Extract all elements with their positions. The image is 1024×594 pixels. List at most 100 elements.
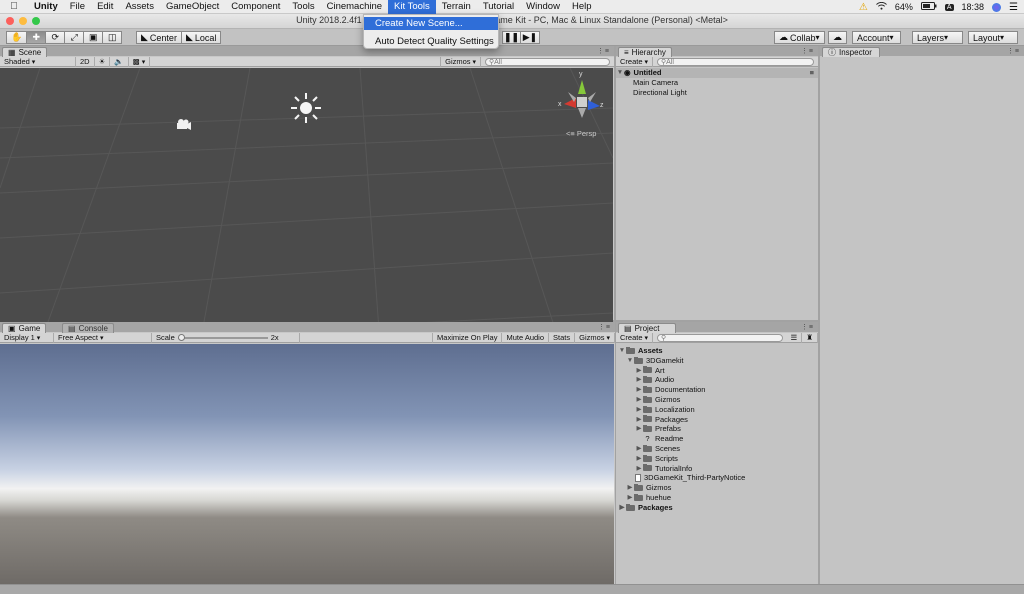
mute-audio-toggle[interactable]: Mute Audio: [502, 332, 550, 343]
layers-dropdown[interactable]: Layers: [912, 31, 963, 44]
projection-toggle[interactable]: <≡ Persp: [566, 129, 596, 138]
panel-menu-icon[interactable]: ⋮≡: [597, 47, 610, 55]
layout-dropdown[interactable]: Layout: [968, 31, 1018, 44]
folder-documentation[interactable]: ▶ Documentation: [616, 385, 818, 395]
display-dropdown[interactable]: Display 1: [0, 332, 54, 343]
folder-huehue[interactable]: ▶ huehue: [616, 493, 818, 503]
folder-assets[interactable]: ▼ Assets: [616, 346, 818, 356]
tab-console[interactable]: ▤ Console: [62, 323, 114, 333]
folder-assets-gizmos[interactable]: ▶ Gizmos: [616, 483, 818, 493]
folder-tutorialinfo[interactable]: ▶ TutorialInfo: [616, 464, 818, 474]
stats-toggle[interactable]: Stats: [549, 332, 576, 343]
notification-center-icon[interactable]: ☰: [1009, 2, 1018, 13]
scale-tool-button[interactable]: ⤢: [65, 31, 85, 44]
scene-search-input[interactable]: ⚲All: [485, 57, 610, 66]
lighting-toggle-icon[interactable]: ☀: [95, 56, 111, 67]
game-panel-menu-icon[interactable]: ⋮≡: [598, 323, 611, 331]
directional-light-icon[interactable]: [290, 92, 322, 124]
collapsed-arrow-icon[interactable]: ▶: [618, 503, 626, 513]
pivot-rotation-toggle[interactable]: ◣ Local: [181, 31, 222, 44]
inspector-panel-menu-icon[interactable]: ⋮≡: [1007, 47, 1020, 55]
menu-assets[interactable]: Assets: [119, 0, 160, 14]
hierarchy-create-dropdown[interactable]: Create: [616, 56, 653, 67]
menu-component[interactable]: Component: [225, 0, 286, 14]
asset-third-party-notice[interactable]: 3DGameKit_Third-PartyNotice: [616, 473, 818, 483]
siri-icon[interactable]: [992, 2, 1002, 12]
tab-hierarchy[interactable]: ≡ Hierarchy: [618, 47, 672, 57]
collapsed-arrow-icon[interactable]: ▶: [635, 395, 643, 405]
rect-tool-button[interactable]: ▣: [84, 31, 104, 44]
project-search-input[interactable]: ⚲: [656, 333, 783, 342]
step-button[interactable]: ▶❚: [521, 31, 540, 44]
hierarchy-item-directional-light[interactable]: Directional Light: [616, 88, 818, 98]
folder-packages-gamekit[interactable]: ▶ Packages: [616, 415, 818, 425]
folder-gizmos[interactable]: ▶ Gizmos: [616, 395, 818, 405]
expand-arrow-icon[interactable]: ▼: [618, 346, 626, 356]
collapsed-arrow-icon[interactable]: ▶: [635, 444, 643, 454]
hierarchy-item-main-camera[interactable]: Main Camera: [616, 78, 818, 88]
folder-audio[interactable]: ▶ Audio: [616, 375, 818, 385]
battery-icon[interactable]: [920, 2, 937, 12]
tab-project[interactable]: ▤ Project: [618, 323, 676, 333]
scene-viewport[interactable]: y x z <≡ Persp: [0, 68, 613, 344]
game-viewport[interactable]: [0, 344, 614, 585]
menu-app-unity[interactable]: Unity: [28, 0, 64, 14]
pivot-mode-toggle[interactable]: ◣ Center: [136, 31, 182, 44]
collapsed-arrow-icon[interactable]: ▶: [635, 415, 643, 425]
camera-gizmo-icon[interactable]: [175, 118, 191, 130]
menu-help[interactable]: Help: [566, 0, 598, 14]
folder-prefabs[interactable]: ▶ Prefabs: [616, 424, 818, 434]
tab-game[interactable]: ▣ Game: [2, 323, 47, 333]
filter-by-label-icon[interactable]: ♜: [802, 332, 818, 343]
collapsed-arrow-icon[interactable]: ▶: [635, 454, 643, 464]
collapsed-arrow-icon[interactable]: ▶: [635, 366, 643, 376]
project-panel-menu-icon[interactable]: ⋮≡: [801, 323, 814, 331]
menu-cinemachine[interactable]: Cinemachine: [321, 0, 388, 14]
transform-tool-button[interactable]: ◫: [103, 31, 123, 44]
collapsed-arrow-icon[interactable]: ▶: [635, 424, 643, 434]
scene-gizmos-dropdown[interactable]: Gizmos: [440, 56, 481, 67]
folder-packages[interactable]: ▶ Packages: [616, 503, 818, 513]
folder-art[interactable]: ▶ Art: [616, 366, 818, 376]
hierarchy-search-input[interactable]: ⚲All: [656, 57, 814, 66]
expand-arrow-icon[interactable]: ▼: [616, 68, 624, 78]
cloud-services-button[interactable]: ☁: [828, 31, 847, 44]
collapsed-arrow-icon[interactable]: ▶: [626, 493, 634, 503]
collapsed-arrow-icon[interactable]: ▶: [635, 375, 643, 385]
tab-inspector[interactable]: ⓘ Inspector: [822, 47, 880, 57]
collab-dropdown[interactable]: ☁ Collab: [774, 31, 825, 44]
effects-toggle-icon[interactable]: ▩: [129, 56, 151, 67]
scale-slider[interactable]: [177, 333, 268, 342]
wifi-icon[interactable]: [875, 1, 887, 12]
hand-tool-button[interactable]: ✋: [6, 31, 28, 44]
folder-3dgamekit[interactable]: ▼ 3DGamekit: [616, 356, 818, 366]
folder-scripts[interactable]: ▶ Scripts: [616, 454, 818, 464]
menu-file[interactable]: File: [64, 0, 91, 14]
menu-option-create-new-scene[interactable]: Create New Scene...: [364, 17, 498, 30]
menu-edit[interactable]: Edit: [91, 0, 119, 14]
scene-options-icon[interactable]: ≡: [810, 68, 814, 78]
scene-root-row[interactable]: ▼ ◉ Untitled ≡: [616, 68, 818, 78]
hierarchy-panel-menu-icon[interactable]: ⋮≡: [801, 47, 814, 55]
maximize-on-play-toggle[interactable]: Maximize On Play: [432, 332, 503, 343]
project-create-dropdown[interactable]: Create: [616, 332, 653, 343]
menu-option-auto-detect-quality[interactable]: Auto Detect Quality Settings: [364, 35, 498, 48]
collapsed-arrow-icon[interactable]: ▶: [635, 405, 643, 415]
filter-by-type-icon[interactable]: ☰: [787, 332, 803, 343]
audio-toggle-icon[interactable]: 🔈: [110, 56, 129, 67]
pause-button[interactable]: ❚❚: [502, 31, 521, 44]
expand-arrow-icon[interactable]: ▼: [626, 356, 634, 366]
clock[interactable]: 18:38: [962, 2, 985, 12]
collapsed-arrow-icon[interactable]: ▶: [635, 385, 643, 395]
collapsed-arrow-icon[interactable]: ▶: [626, 483, 634, 493]
menu-terrain[interactable]: Terrain: [436, 0, 477, 14]
folder-scenes[interactable]: ▶ Scenes: [616, 444, 818, 454]
account-dropdown[interactable]: Account: [852, 31, 901, 44]
warning-icon[interactable]: ⚠: [859, 2, 868, 13]
menu-window[interactable]: Window: [520, 0, 566, 14]
move-tool-button[interactable]: ✚: [27, 31, 47, 44]
asset-readme[interactable]: ? Readme: [616, 434, 818, 444]
shading-mode-dropdown[interactable]: Shaded: [0, 56, 76, 67]
tab-scene[interactable]: ▦ Scene: [2, 47, 48, 57]
apple-menu-icon[interactable]: : [0, 1, 28, 12]
